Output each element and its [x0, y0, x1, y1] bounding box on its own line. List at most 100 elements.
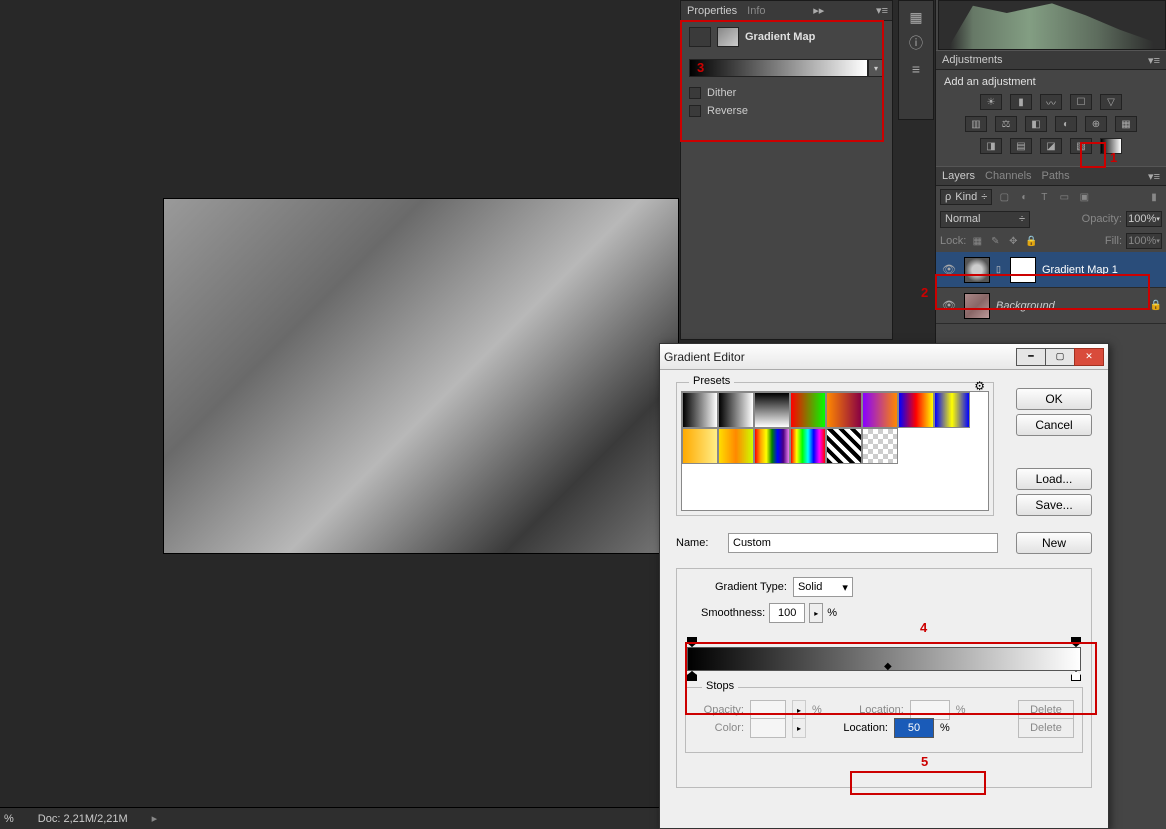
dialog-titlebar[interactable]: Gradient Editor ━ ▢ ✕ [660, 344, 1108, 370]
layer-thumb[interactable] [964, 293, 990, 319]
panel-collapse-icon[interactable]: ▸▸ [813, 4, 824, 17]
filter-toggle-icon[interactable]: ▮ [1146, 190, 1162, 204]
preset-swatch[interactable] [754, 428, 790, 464]
gradient-map-adj-icon[interactable] [1100, 138, 1122, 154]
visibility-icon[interactable]: 👁 [940, 297, 958, 315]
maximize-button[interactable]: ▢ [1045, 348, 1075, 366]
smoothness-dropdown-icon[interactable]: ▸ [809, 603, 823, 623]
color-location-input[interactable] [894, 718, 934, 738]
gradient-editor-bar[interactable]: ◆ [687, 637, 1081, 681]
preset-swatch[interactable] [718, 392, 754, 428]
photo-filter-icon[interactable]: ◐ [1055, 116, 1077, 132]
minimize-button[interactable]: ━ [1016, 348, 1046, 366]
preset-grid[interactable] [681, 391, 989, 511]
lock-position-icon[interactable]: ✥ [1006, 234, 1020, 248]
filter-kind-dropdown[interactable]: ρKind÷ [940, 189, 992, 205]
layer-adj-thumb[interactable] [964, 257, 990, 283]
new-button[interactable]: New [1016, 532, 1092, 554]
load-button[interactable]: Load... [1016, 468, 1092, 490]
threshold-icon[interactable]: ◪ [1040, 138, 1062, 154]
color-stop-left[interactable] [687, 671, 697, 681]
preset-swatch[interactable] [754, 392, 790, 428]
invert-icon[interactable]: ◨ [980, 138, 1002, 154]
gradient-preview[interactable]: ▾ [689, 59, 884, 77]
opacity-stop-left[interactable] [687, 637, 697, 647]
blend-mode-dropdown[interactable]: Normal÷ [940, 211, 1030, 228]
histogram-panel-icon[interactable]: ▦ [906, 7, 926, 27]
link-icon[interactable]: ▯ [996, 264, 1004, 275]
layer-background[interactable]: 👁 Background 🔒 [936, 288, 1166, 324]
lock-all-icon[interactable]: 🔒 [1024, 234, 1038, 248]
panel-menu-icon[interactable]: ▾≡ [876, 4, 888, 17]
filter-type-icon[interactable]: T [1036, 190, 1052, 204]
panel-menu-icon[interactable]: ▾≡ [1148, 170, 1160, 183]
save-button[interactable]: Save... [1016, 494, 1092, 516]
preset-swatch[interactable] [682, 428, 718, 464]
gradient-type-dropdown[interactable]: Solid▾ [793, 577, 853, 597]
exposure-icon[interactable]: ☐ [1070, 94, 1092, 110]
posterize-icon[interactable]: ▤ [1010, 138, 1032, 154]
vibrance-icon[interactable]: ▽ [1100, 94, 1122, 110]
histogram-shape [939, 1, 1165, 49]
filter-shape-icon[interactable]: ▭ [1056, 190, 1072, 204]
layer-mask-thumb[interactable] [1010, 257, 1036, 283]
preset-swatch[interactable] [862, 392, 898, 428]
smoothness-input[interactable] [769, 603, 805, 623]
reverse-checkbox[interactable] [689, 105, 701, 117]
midpoint-marker[interactable]: ◆ [884, 661, 892, 672]
cancel-button[interactable]: Cancel [1016, 414, 1092, 436]
filter-pixel-icon[interactable]: ▢ [996, 190, 1012, 204]
ok-button[interactable]: OK [1016, 388, 1092, 410]
channel-mixer-icon[interactable]: ⊕ [1085, 116, 1107, 132]
preset-swatch[interactable] [898, 392, 934, 428]
preset-swatch[interactable] [790, 392, 826, 428]
fill-value[interactable]: 100%▾ [1126, 233, 1162, 249]
dither-checkbox[interactable] [689, 87, 701, 99]
preset-swatch[interactable] [934, 392, 970, 428]
layer-gradient-map-1[interactable]: 👁 ▯ Gradient Map 1 [936, 252, 1166, 288]
info-panel-icon[interactable]: ⓘ [906, 33, 926, 53]
levels-icon[interactable]: ▮ [1010, 94, 1032, 110]
brightness-icon[interactable]: ☀ [980, 94, 1002, 110]
color-location-percent: % [940, 722, 950, 734]
preset-swatch[interactable] [790, 428, 826, 464]
lock-transparency-icon[interactable]: ▦ [970, 234, 984, 248]
opacity-value[interactable]: 100%▾ [1126, 211, 1162, 227]
color-balance-icon[interactable]: ⚖ [995, 116, 1017, 132]
name-input[interactable] [728, 533, 998, 553]
layer-name[interactable]: Gradient Map 1 [1042, 264, 1118, 276]
preset-swatch[interactable] [718, 428, 754, 464]
reverse-row[interactable]: Reverse [689, 105, 884, 117]
panel-menu-icon[interactable]: ▾≡ [1148, 54, 1160, 67]
tab-layers[interactable]: Layers [942, 170, 975, 182]
preset-swatch[interactable] [682, 392, 718, 428]
filter-adj-icon[interactable]: ◐ [1016, 190, 1032, 204]
tab-channels[interactable]: Channels [985, 170, 1031, 182]
gradient-dropdown-icon[interactable]: ▾ [868, 59, 884, 77]
selective-color-icon[interactable]: ▧ [1070, 138, 1092, 154]
adjustments-tab[interactable]: Adjustments [942, 54, 1003, 66]
tab-paths[interactable]: Paths [1042, 170, 1070, 182]
gradient-strip[interactable] [689, 59, 868, 77]
opacity-stop-right[interactable] [1071, 637, 1081, 647]
hue-sat-icon[interactable]: ▥ [965, 116, 987, 132]
visibility-icon[interactable]: 👁 [940, 261, 958, 279]
presets-gear-icon[interactable]: ⚙ [974, 379, 985, 393]
close-button[interactable]: ✕ [1074, 348, 1104, 366]
gradient-type-label: Gradient Type: [715, 581, 787, 593]
filter-smart-icon[interactable]: ▣ [1076, 190, 1092, 204]
preset-swatch[interactable] [862, 428, 898, 464]
document-photo[interactable] [163, 198, 679, 554]
color-stop-right[interactable] [1071, 671, 1081, 681]
preset-swatch[interactable] [826, 428, 862, 464]
tab-properties[interactable]: Properties [687, 5, 737, 17]
layer-name[interactable]: Background [996, 300, 1055, 312]
tab-info[interactable]: Info [747, 5, 765, 17]
color-lookup-icon[interactable]: ▦ [1115, 116, 1137, 132]
dither-row[interactable]: Dither [689, 87, 884, 99]
bw-icon[interactable]: ◧ [1025, 116, 1047, 132]
curves-icon[interactable]: 〰 [1040, 94, 1062, 110]
panel-icon-3[interactable]: ≡ [906, 59, 926, 79]
preset-swatch[interactable] [826, 392, 862, 428]
lock-pixels-icon[interactable]: ✎ [988, 234, 1002, 248]
